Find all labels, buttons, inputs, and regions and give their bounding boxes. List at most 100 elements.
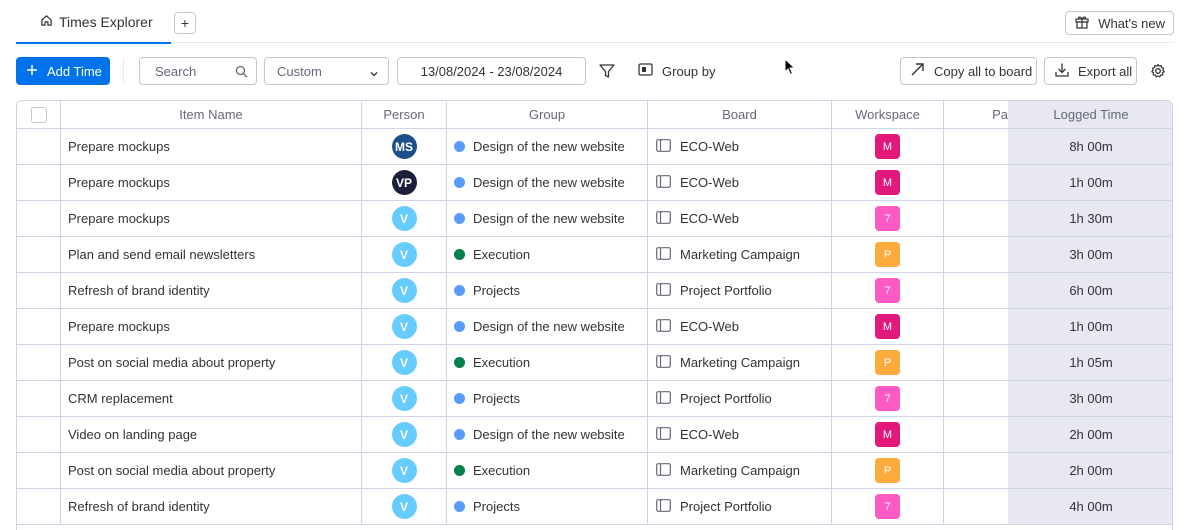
person-cell[interactable]: V (362, 345, 447, 380)
period-select[interactable]: Custom (264, 57, 389, 85)
pa-cell[interactable] (944, 381, 1008, 416)
item-name-cell[interactable]: Plan and send email newsletters (61, 237, 362, 272)
workspace-cell[interactable]: 7 (832, 273, 944, 308)
group-cell[interactable]: Design of the new website (447, 417, 648, 452)
board-cell[interactable]: Project Portfolio (648, 489, 832, 524)
table-row[interactable]: Prepare mockups V Design of the new websit… (17, 201, 1172, 237)
date-range-picker[interactable]: 13/08/2024 - 23/08/2024 (397, 57, 586, 85)
item-name-cell[interactable]: Video on landing page (61, 417, 362, 452)
column-header-group[interactable]: Group (447, 101, 648, 128)
row-select-cell[interactable] (17, 381, 61, 416)
row-select-cell[interactable] (17, 273, 61, 308)
add-time-button[interactable]: Add Time (16, 57, 110, 85)
column-header-person[interactable]: Person (362, 101, 447, 128)
row-select-cell[interactable] (17, 237, 61, 272)
add-tab-button[interactable]: + (174, 12, 196, 34)
board-cell[interactable]: Project Portfolio (648, 273, 832, 308)
pa-cell[interactable] (944, 201, 1008, 236)
filter-icon[interactable] (598, 62, 616, 83)
column-header-item-name[interactable]: Item Name (61, 101, 362, 128)
pa-cell[interactable] (944, 489, 1008, 524)
pa-cell[interactable] (944, 345, 1008, 380)
board-cell[interactable]: Marketing Campaign (648, 237, 832, 272)
group-cell[interactable]: Execution (447, 237, 648, 272)
settings-gear-icon[interactable] (1150, 63, 1166, 82)
column-header-pa[interactable]: Pa (944, 101, 1008, 128)
logged-time-cell[interactable]: 1h 00m (1008, 165, 1172, 200)
logged-time-cell[interactable]: 1h 00m (1008, 309, 1172, 344)
board-cell[interactable]: ECO-Web (648, 201, 832, 236)
pa-cell[interactable] (944, 309, 1008, 344)
workspace-cell[interactable]: P (832, 237, 944, 272)
table-row[interactable]: Post on social media about property V Exec… (17, 345, 1172, 381)
person-cell[interactable]: V (362, 273, 447, 308)
logged-time-cell[interactable]: 8h 00m (1008, 129, 1172, 164)
person-cell[interactable]: V (362, 417, 447, 452)
row-select-cell[interactable] (17, 165, 61, 200)
search-input[interactable]: Search (139, 57, 257, 85)
person-cell[interactable]: V (362, 237, 447, 272)
workspace-cell[interactable]: 7 (832, 201, 944, 236)
group-cell[interactable]: Projects (447, 489, 648, 524)
item-name-cell[interactable]: CRM replacement (61, 381, 362, 416)
board-cell[interactable]: ECO-Web (648, 165, 832, 200)
item-name-cell[interactable]: Prepare mockups (61, 129, 362, 164)
copy-all-to-board-button[interactable]: Copy all to board (900, 57, 1037, 85)
workspace-cell[interactable]: P (832, 453, 944, 488)
item-name-cell[interactable]: Refresh of brand identity (61, 489, 362, 524)
row-select-cell[interactable] (17, 309, 61, 344)
pa-cell[interactable] (944, 417, 1008, 452)
row-select-cell[interactable] (17, 453, 61, 488)
table-row[interactable]: CRM replacement V Projects Project Portfoli… (17, 381, 1172, 417)
row-select-cell[interactable] (17, 489, 61, 524)
workspace-cell[interactable]: 7 (832, 489, 944, 524)
select-all-checkbox[interactable] (30, 106, 47, 123)
row-select-cell[interactable] (17, 417, 61, 452)
group-cell[interactable]: Execution (447, 345, 648, 380)
logged-time-cell[interactable]: 2h 00m (1008, 417, 1172, 452)
table-row[interactable]: Video on landing page V Design of the new … (17, 417, 1172, 453)
board-cell[interactable]: ECO-Web (648, 417, 832, 452)
logged-time-cell[interactable]: 4h 00m (1008, 489, 1172, 524)
group-cell[interactable]: Projects (447, 273, 648, 308)
pa-cell[interactable] (944, 453, 1008, 488)
pa-cell[interactable] (944, 273, 1008, 308)
logged-time-cell[interactable]: 3h 00m (1008, 237, 1172, 272)
group-cell[interactable]: Design of the new website (447, 129, 648, 164)
workspace-cell[interactable]: M (832, 417, 944, 452)
row-select-cell[interactable] (17, 201, 61, 236)
table-row[interactable]: Refresh of brand identity V Projects Projec… (17, 273, 1172, 309)
item-name-cell[interactable]: Post on social media about property (61, 453, 362, 488)
logged-time-cell[interactable]: 6h 00m (1008, 273, 1172, 308)
item-name-cell[interactable]: Prepare mockups (61, 165, 362, 200)
logged-time-cell[interactable]: 1h 05m (1008, 345, 1172, 380)
item-name-cell[interactable]: Post on social media about property (61, 345, 362, 380)
board-cell[interactable]: Marketing Campaign (648, 345, 832, 380)
whats-new-button[interactable]: What's new (1065, 11, 1174, 35)
item-name-cell[interactable]: Refresh of brand identity (61, 273, 362, 308)
logged-time-cell[interactable]: 1h 30m (1008, 201, 1172, 236)
person-cell[interactable]: V (362, 309, 447, 344)
tab-times-explorer[interactable]: Times Explorer (16, 0, 171, 44)
group-cell[interactable]: Design of the new website (447, 165, 648, 200)
person-cell[interactable]: V (362, 201, 447, 236)
person-cell[interactable]: V (362, 381, 447, 416)
logged-time-cell[interactable]: 2h 00m (1008, 453, 1172, 488)
table-row[interactable]: Plan and send email newsletters V Executio… (17, 237, 1172, 273)
item-name-cell[interactable]: Prepare mockups (61, 309, 362, 344)
column-header-logged-time[interactable]: Logged Time (1008, 101, 1172, 128)
board-cell[interactable]: ECO-Web (648, 309, 832, 344)
workspace-cell[interactable]: M (832, 309, 944, 344)
logged-time-cell[interactable]: 3h 00m (1008, 381, 1172, 416)
table-row[interactable]: Prepare mockups MS Design of the new websi… (17, 129, 1172, 165)
workspace-cell[interactable]: M (832, 129, 944, 164)
table-row[interactable]: Post on social media about property V Exec… (17, 453, 1172, 489)
row-select-cell[interactable] (17, 129, 61, 164)
table-row[interactable]: Prepare mockups V Design of the new websit… (17, 309, 1172, 345)
group-cell[interactable]: Design of the new website (447, 201, 648, 236)
person-cell[interactable]: MS (362, 129, 447, 164)
pa-cell[interactable] (944, 165, 1008, 200)
table-row[interactable]: Prepare mockups VP Design of the new websi… (17, 165, 1172, 201)
workspace-cell[interactable]: 7 (832, 381, 944, 416)
pa-cell[interactable] (944, 237, 1008, 272)
